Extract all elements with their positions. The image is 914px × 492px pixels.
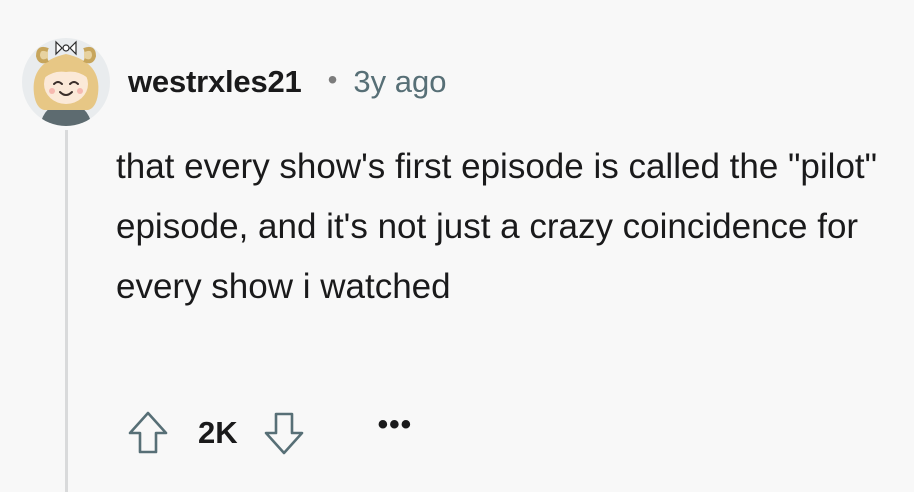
more-options-icon[interactable]: ••• <box>378 408 413 442</box>
comment-header: westrxles21 • 3y ago <box>128 60 447 104</box>
timestamp[interactable]: 3y ago <box>353 64 446 100</box>
thread-line[interactable] <box>65 130 68 492</box>
downvote-button[interactable] <box>262 410 306 456</box>
avatar[interactable] <box>22 38 110 126</box>
comment: westrxles21 • 3y ago that every show's f… <box>0 0 914 492</box>
vote-score: 2K <box>198 415 238 450</box>
comment-body: that every show's first episode is calle… <box>116 147 878 306</box>
upvote-button[interactable] <box>126 410 170 456</box>
username[interactable]: westrxles21 <box>128 64 302 100</box>
avatar-icon <box>22 38 110 126</box>
arrow-down-icon <box>264 412 303 455</box>
comment-actions: 2K ••• <box>126 408 413 456</box>
arrow-up-icon <box>128 411 168 454</box>
separator-dot: • <box>327 64 338 95</box>
